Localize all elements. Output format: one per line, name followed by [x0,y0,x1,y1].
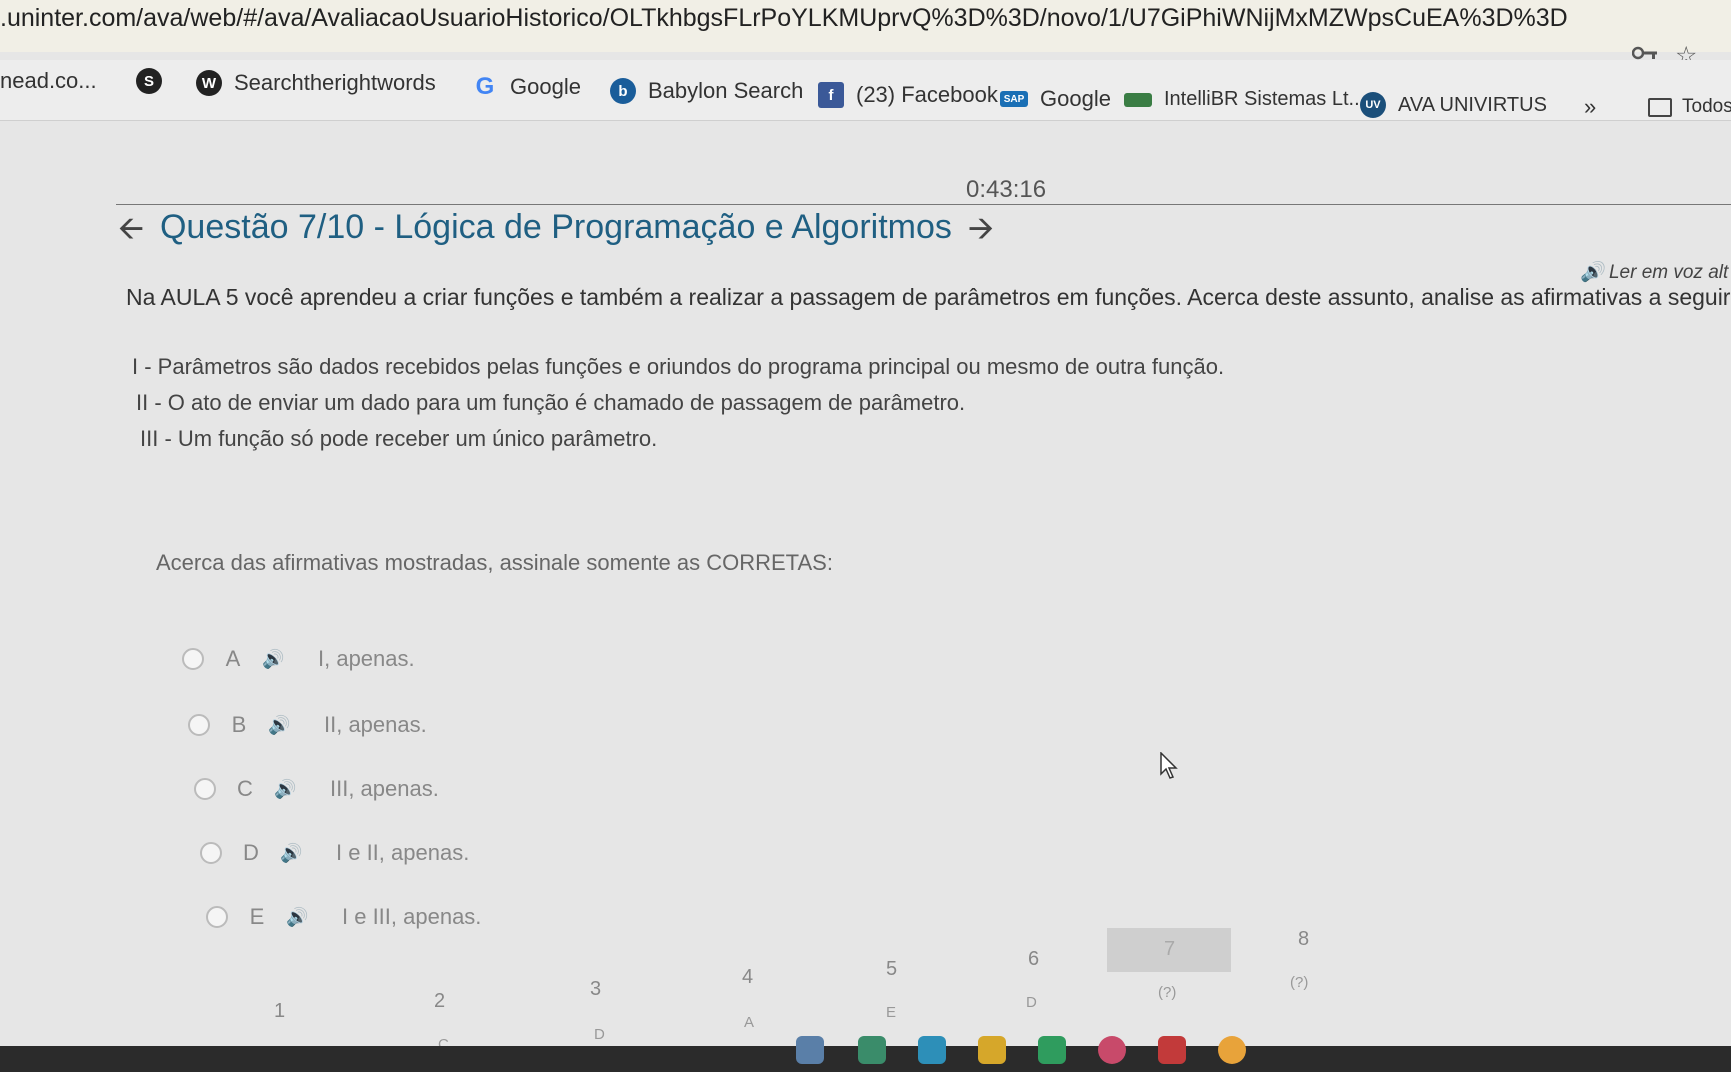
bookmark-intellibr[interactable]: IntelliBR Sistemas Lt... [1124,88,1365,111]
question-nav-4[interactable]: 4 [742,966,753,989]
bookmark-searchtherightwords[interactable]: W Searchtherightwords [196,70,436,96]
question-nav-7[interactable]: 7 [1164,938,1175,961]
statement-3: III - Um função só pode receber um único… [140,426,658,451]
question-instruction: Acerca das afirmativas mostradas, assina… [156,550,833,575]
mouse-cursor-icon [1160,752,1178,779]
bookmark-babylon[interactable]: b Babylon Search [610,78,803,104]
bookmark-google-sap[interactable]: SAP Google [1000,86,1111,112]
option-e-radio[interactable] [206,906,228,928]
read-aloud-link[interactable]: 🔊 Ler em voz alt [1580,260,1728,284]
option-d-radio[interactable] [200,842,222,864]
app-icon[interactable] [918,1036,946,1064]
bookmark-facebook[interactable]: f (23) Facebook [818,82,998,108]
sap-icon: SAP [1000,91,1028,107]
speaker-icon[interactable]: 🔊 [274,779,330,800]
question-title: Questão 7/10 - Lógica de Programação e A… [159,208,952,246]
facebook-icon: f [818,82,844,108]
option-b[interactable]: B 🔊 II, apenas. [188,712,427,738]
bookmark-nead[interactable]: nead.co... [0,68,97,94]
bookmark-s[interactable]: S [136,68,174,94]
question-intro: Na AULA 5 você aprendeu a criar funções … [126,284,1731,310]
divider [116,204,1731,205]
more-bookmarks-button[interactable]: » [1584,94,1596,120]
app-icon[interactable] [796,1036,824,1064]
folder-icon [1648,97,1672,117]
question-nav-8[interactable]: 8 [1298,928,1309,951]
bookmark-google[interactable]: G Google [472,73,581,100]
question-header: 🡨 Questão 7/10 - Lógica de Programação e… [118,208,994,247]
speaker-icon[interactable]: 🔊 [280,843,336,864]
app-icon[interactable] [1098,1036,1126,1064]
option-c-radio[interactable] [194,778,216,800]
option-d[interactable]: D 🔊 I e II, apenas. [200,840,469,866]
question-nav-6[interactable]: 6 [1028,948,1039,971]
question-answer-7: (?) [1158,984,1177,1001]
question-answer-5: E [886,1004,897,1021]
question-answer-4: A [744,1014,755,1031]
app-icon[interactable] [858,1036,886,1064]
question-answer-6: D [1026,994,1037,1011]
next-question-arrow-icon[interactable]: 🡪 [968,212,994,244]
folder-icon[interactable] [978,1036,1006,1064]
bookmarks-bar: nead.co... S W Searchtherightwords G Goo… [0,60,1731,121]
app-icon[interactable] [1158,1036,1186,1064]
option-e[interactable]: E 🔊 I e III, apenas. [206,904,481,930]
option-a[interactable]: A 🔊 I, apenas. [182,646,415,672]
address-bar[interactable]: .uninter.com/ava/web/#/ava/AvaliacaoUsua… [0,0,1731,52]
url-text[interactable]: .uninter.com/ava/web/#/ava/AvaliacaoUsua… [0,4,1568,33]
chrome-icon[interactable] [1218,1036,1246,1064]
previous-question-arrow-icon[interactable]: 🡨 [118,212,144,244]
question-nav-5[interactable]: 5 [886,958,897,981]
option-a-radio[interactable] [182,648,204,670]
question-answer-3: D [594,1026,605,1043]
univirtus-icon: UV [1360,92,1386,118]
google-g-icon: G [475,73,495,100]
babylon-icon: b [610,78,636,104]
all-bookmarks-folder[interactable]: Todos o [1648,96,1731,118]
speaker-icon: 🔊 [1580,262,1604,283]
speaker-icon[interactable]: 🔊 [286,907,342,928]
app-icon[interactable] [1038,1036,1066,1064]
w-circle-icon: W [196,70,222,96]
question-nav-2[interactable]: 2 [434,990,445,1013]
question-answer-8: (?) [1290,974,1309,991]
option-c[interactable]: C 🔊 III, apenas. [194,776,439,802]
statement-2: II - O ato de enviar um dado para um fun… [136,390,966,415]
option-b-radio[interactable] [188,714,210,736]
question-nav-1[interactable]: 1 [274,1000,285,1023]
speaker-icon[interactable]: 🔊 [262,649,318,670]
statement-1: I - Parâmetros são dados recebidos pelas… [132,354,1225,379]
s-circle-icon: S [136,68,162,94]
bookmark-ava-univirtus[interactable]: UV AVA UNIVIRTUS [1360,92,1547,118]
exam-timer: 0:43:16 [966,176,1047,203]
speaker-icon[interactable]: 🔊 [268,715,324,736]
intellibr-icon [1124,92,1152,107]
question-nav-3[interactable]: 3 [590,978,601,1001]
